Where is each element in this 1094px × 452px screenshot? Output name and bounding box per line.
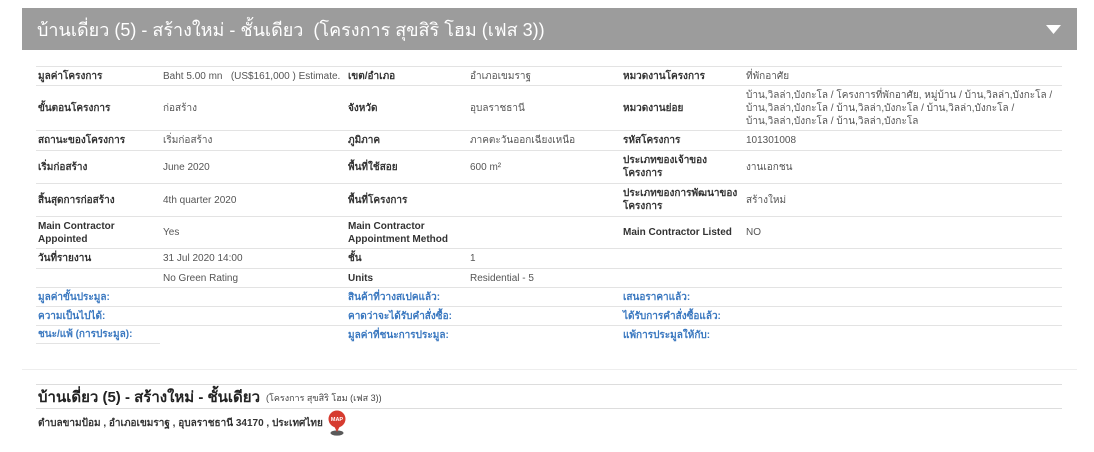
owner-type-value: งานเอกชน	[743, 150, 1062, 183]
tender-cell: คาดว่าจะได้รับคำสั่งซื้อ:	[345, 306, 467, 325]
construction-end-label: สิ้นสุดการก่อสร้าง	[36, 183, 160, 216]
bid-value-link[interactable]: มูลค่าขั้นประมูล:	[38, 291, 110, 304]
site-area-value	[467, 183, 620, 216]
empty-cell	[743, 306, 1062, 325]
project-value-label: มูลค่าโครงการ	[36, 66, 160, 85]
empty-cell	[743, 268, 1062, 287]
empty-cell	[743, 287, 1062, 306]
order-received-link[interactable]: ได้รับการคำสั่งซื้อแล้ว:	[623, 310, 721, 323]
map-pin-icon[interactable]: MAP	[327, 410, 347, 436]
region-label: ภูมิภาค	[345, 130, 467, 150]
project-status-value: เริ่มก่อสร้าง	[160, 130, 345, 150]
empty-cell	[467, 287, 620, 306]
empty-cell	[467, 325, 620, 344]
development-type-value: สร้างใหม่	[743, 183, 1062, 216]
tender-cell: เสนอราคาแล้ว:	[620, 287, 743, 306]
summary-title: บ้านเดี่ยว (5) - สร้างใหม่ - ชั้นเดียว	[38, 388, 261, 406]
project-status-label: สถานะของโครงการ	[36, 130, 160, 150]
units-label: Units	[345, 268, 467, 287]
project-summary: บ้านเดี่ยว (5) - สร้างใหม่ - ชั้นเดียว (…	[36, 384, 1062, 437]
tender-cell: สินค้าที่วางสเปคแล้ว:	[345, 287, 467, 306]
summary-address: ตำบลขามป้อม , อำเภอเขมราฐ , อุบลราชธานี …	[38, 417, 323, 429]
tender-cell: ชนะ/แพ้ (การประมูล):	[36, 325, 160, 344]
sub-category-value-line: บ้าน,วิลล่า,บังกะโล / บ้าน,วิลล่า,บังกะโ…	[746, 102, 1015, 114]
district-label: เขต/อำเภอ	[345, 66, 467, 85]
main-contractor-listed-value: NO	[743, 216, 1062, 248]
storeys-label: ชั้น	[345, 248, 467, 268]
empty-cell	[620, 248, 743, 268]
sub-category-label: หมวดงานย่อย	[620, 85, 743, 130]
project-header-bar[interactable]: บ้านเดี่ยว (5) - สร้างใหม่ - ชั้นเดียว (…	[22, 8, 1077, 50]
empty-cell	[160, 287, 345, 306]
section-divider	[22, 369, 1077, 370]
storeys-value: 1	[467, 248, 620, 268]
project-category-label: หมวดงานโครงการ	[620, 66, 743, 85]
construction-start-value: June 2020	[160, 150, 345, 183]
empty-cell	[620, 268, 743, 287]
floor-area-label: พื้นที่ใช้สอย	[345, 150, 467, 183]
construction-end-value: 4th quarter 2020	[160, 183, 345, 216]
main-contractor-appointed-label: Main Contractor Appointed	[36, 216, 160, 248]
map-pin-label: MAP	[331, 417, 344, 423]
district-value: อำเภอเขมราฐ	[467, 66, 620, 85]
main-contractor-appointed-value: Yes	[160, 216, 345, 248]
project-id-value: 101301008	[743, 130, 1062, 150]
summary-address-row: ตำบลขามป้อม , อำเภอเขมราฐ , อุบลราชธานี …	[36, 409, 1062, 437]
project-stage-label: ขั้นตอนโครงการ	[36, 85, 160, 130]
development-type-label: ประเภทของการพัฒนาของโครงการ	[620, 183, 743, 216]
main-contractor-listed-label: Main Contractor Listed	[620, 216, 743, 248]
project-id-label: รหัสโครงการ	[620, 130, 743, 150]
probability-link[interactable]: ความเป็นไปได้:	[38, 310, 105, 323]
owner-type-label: ประเภทของเจ้าของโครงการ	[620, 150, 743, 183]
province-label: จังหวัด	[345, 85, 467, 130]
winning-bid-value-link[interactable]: มูลค่าที่ชนะการประมูล:	[348, 329, 449, 342]
report-date-label: วันที่รายงาน	[36, 248, 160, 268]
lost-to-link[interactable]: แพ้การประมูลให้กับ:	[623, 329, 710, 342]
empty-cell	[36, 268, 160, 287]
tender-cell: ความเป็นไปได้:	[36, 306, 160, 325]
project-stage-value: ก่อสร้าง	[160, 85, 345, 130]
project-details-table: มูลค่าโครงการ Baht 5.00 mn (US$161,000 )…	[36, 66, 1062, 344]
appointment-method-label: Main Contractor Appointment Method	[345, 216, 467, 248]
appointment-method-value	[467, 216, 620, 248]
green-rating-value: No Green Rating	[160, 268, 345, 287]
win-loss-link[interactable]: ชนะ/แพ้ (การประมูล):	[38, 328, 132, 341]
tender-cell: ได้รับการคำสั่งซื้อแล้ว:	[620, 306, 743, 325]
floor-area-value: 600 m²	[467, 150, 620, 183]
tender-cell: แพ้การประมูลให้กับ:	[620, 325, 743, 344]
sub-category-value-line: บ้าน,วิลล่า,บังกะโล / โครงการที่พักอาศัย…	[746, 89, 1053, 101]
units-value: Residential - 5	[467, 268, 620, 287]
empty-cell	[160, 325, 345, 344]
project-value: Baht 5.00 mn (US$161,000 ) Estimate.	[160, 66, 345, 85]
empty-cell	[743, 325, 1062, 344]
summary-project-name: (โครงการ สุขสิริ โฮม (เฟส 3))	[266, 392, 382, 403]
province-value: อุบลราชธานี	[467, 85, 620, 130]
region-value: ภาคตะวันออกเฉียงเหนือ	[467, 130, 620, 150]
sub-category-value-line: บ้าน,วิลล่า,บังกะโล / บ้าน,วิลล่า,บังกะโ…	[746, 115, 919, 127]
caret-down-icon[interactable]	[1046, 24, 1061, 34]
site-area-label: พื้นที่โครงการ	[345, 183, 467, 216]
empty-cell	[743, 248, 1062, 268]
empty-cell	[160, 306, 345, 325]
quoted-link[interactable]: เสนอราคาแล้ว:	[623, 291, 690, 304]
sub-category-value: บ้าน,วิลล่า,บังกะโล / โครงการที่พักอาศัย…	[743, 85, 1062, 130]
expected-order-link[interactable]: คาดว่าจะได้รับคำสั่งซื้อ:	[348, 310, 452, 323]
tender-cell: มูลค่าขั้นประมูล:	[36, 287, 160, 306]
summary-title-row: บ้านเดี่ยว (5) - สร้างใหม่ - ชั้นเดียว (…	[36, 385, 1062, 409]
construction-start-label: เริ่มก่อสร้าง	[36, 150, 160, 183]
project-header-title: บ้านเดี่ยว (5) - สร้างใหม่ - ชั้นเดียว (…	[37, 19, 545, 40]
project-category-value: ที่พักอาศัย	[743, 66, 1062, 85]
empty-cell	[467, 306, 620, 325]
products-specified-link[interactable]: สินค้าที่วางสเปคแล้ว:	[348, 291, 440, 304]
tender-cell: มูลค่าที่ชนะการประมูล:	[345, 325, 467, 344]
report-date-value: 31 Jul 2020 14:00	[160, 248, 345, 268]
